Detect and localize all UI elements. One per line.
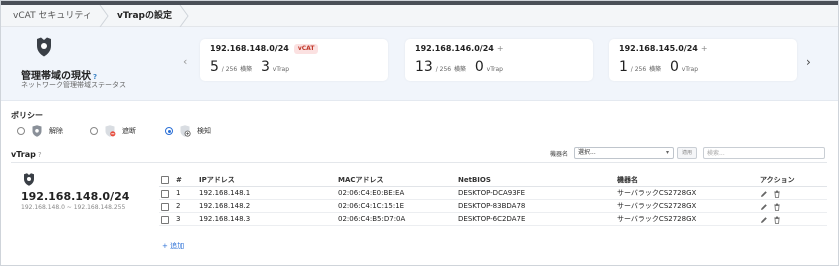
table-row: 1 192.168.148.1 02:06:C4:E0:BE:EA DESKTO… xyxy=(159,187,827,200)
search-input[interactable] xyxy=(703,147,825,159)
trash-icon[interactable] xyxy=(773,216,781,224)
vtrap-count: 3 xyxy=(260,59,270,75)
device-filter-select[interactable]: 選択... ▾ xyxy=(574,147,674,159)
host-total-label: 横築 xyxy=(649,66,662,73)
trash-icon[interactable] xyxy=(773,203,781,211)
table-header: # IPアドレス MACアドレス NetBIOS 機器名 アクション xyxy=(159,173,827,187)
column-header-ip[interactable]: IPアドレス xyxy=(199,173,235,187)
select-all-checkbox[interactable] xyxy=(161,176,169,184)
edit-icon[interactable] xyxy=(760,216,768,224)
row-num: 1 xyxy=(176,189,181,197)
vtrap-label: vTrap xyxy=(272,66,290,73)
subnet-label: 192.168.146.0/24 xyxy=(415,44,494,53)
row-mac: 02:06:C4:E0:BE:EA xyxy=(338,189,405,197)
vtrap-label: vTrap xyxy=(486,66,503,73)
policy-option-detect[interactable]: 検知 xyxy=(165,125,211,137)
radio-button[interactable] xyxy=(165,127,173,135)
edit-icon[interactable] xyxy=(760,190,768,198)
breadcrumb-item-vcat-security[interactable]: vCAT セキュリティ xyxy=(13,5,92,27)
host-total: / 256 xyxy=(221,66,238,73)
row-ip: 192.168.148.2 xyxy=(199,202,251,210)
row-device: サーバラックCS2728GX xyxy=(617,215,697,223)
device-filter-value: 選択... xyxy=(578,149,596,156)
row-num: 3 xyxy=(176,215,181,223)
row-netbios: DESKTOP-6C2DA7E xyxy=(458,215,526,223)
vtrap-count: 0 xyxy=(669,59,679,75)
band-subtitle: ネットワーク管理帯域ステータス xyxy=(21,81,126,89)
device-filter-label: 機器名 xyxy=(550,151,569,158)
host-total-label: 横築 xyxy=(240,66,253,73)
table-row: 2 192.168.148.2 02:06:C4:1C:15:1E DESKTO… xyxy=(159,200,827,213)
policy-option-label: 遮断 xyxy=(122,127,136,135)
edit-icon[interactable] xyxy=(760,203,768,211)
host-total: / 256 xyxy=(435,66,452,73)
network-range: 192.168.148.0 ~ 192.168.148.255 xyxy=(21,204,126,211)
trash-icon[interactable] xyxy=(773,190,781,198)
subnet-label: 192.168.145.0/24 xyxy=(619,44,698,53)
column-header-device[interactable]: 機器名 xyxy=(617,173,638,187)
host-count: 13 xyxy=(415,59,433,75)
add-icon[interactable]: + xyxy=(497,44,504,53)
policy-title: ポリシー xyxy=(11,111,43,120)
shield-icon xyxy=(37,37,51,57)
shield-icon xyxy=(32,125,42,137)
policy-option-release[interactable]: 解除 xyxy=(17,125,63,137)
breadcrumb-separator-icon xyxy=(179,5,189,27)
host-count: 5 xyxy=(210,59,219,75)
next-arrow-icon[interactable]: › xyxy=(806,55,811,69)
divider xyxy=(11,162,827,163)
shield-search-icon xyxy=(180,125,191,137)
policy-option-label: 解除 xyxy=(49,127,63,135)
row-device: サーバラックCS2728GX xyxy=(617,189,697,197)
management-band-status: 管理帯域の現状? ネットワーク管理帯域ステータス ‹ 192.168.148.0… xyxy=(1,27,838,101)
row-checkbox[interactable] xyxy=(161,203,169,211)
host-count: 1 xyxy=(619,59,628,75)
row-num: 2 xyxy=(176,202,181,210)
subnet-card[interactable]: 192.168.146.0/24 + 13 / 256 横築 0 vTrap xyxy=(405,39,593,81)
prev-arrow-icon[interactable]: ‹ xyxy=(183,55,187,68)
row-checkbox[interactable] xyxy=(161,216,169,224)
breadcrumb-item-vtrap-settings: vTrapの設定 xyxy=(117,11,172,21)
row-device: サーバラックCS2728GX xyxy=(617,202,697,210)
row-ip: 192.168.148.3 xyxy=(199,215,251,223)
host-total: / 256 xyxy=(630,66,647,73)
row-ip: 192.168.148.1 xyxy=(199,189,251,197)
column-header-num: # xyxy=(176,176,182,184)
vtrap-label: vTrap xyxy=(681,66,699,73)
vtrap-count: 0 xyxy=(474,59,484,75)
shield-icon xyxy=(24,173,34,186)
radio-button[interactable] xyxy=(90,127,98,135)
subnet-label: 192.168.148.0/24 xyxy=(210,44,289,53)
network-cidr: 192.168.148.0/24 xyxy=(21,190,130,203)
apply-button[interactable]: 適用 xyxy=(677,147,697,159)
app-frame: vCAT セキュリティ vTrapの設定 管理帯域の現状? ネットワーク管理帯域… xyxy=(0,0,839,266)
policy-option-block[interactable]: 遮断 xyxy=(90,125,136,137)
policy-option-label: 検知 xyxy=(197,127,211,135)
vcat-badge: vCAT xyxy=(293,44,319,54)
host-total-label: 横築 xyxy=(453,66,466,73)
shield-block-icon xyxy=(105,125,116,137)
help-icon[interactable]: ? xyxy=(38,151,42,159)
table-row: 3 192.168.148.3 02:06:C4:B5:D7:0A DESKTO… xyxy=(159,213,827,226)
row-netbios: DESKTOP-DCA93FE xyxy=(458,189,526,197)
subnet-card[interactable]: 192.168.148.0/24 vCAT 5 / 256 横築 3 vTrap xyxy=(200,39,388,81)
row-mac: 02:06:C4:1C:15:1E xyxy=(338,202,405,210)
breadcrumb-separator-icon xyxy=(99,5,109,27)
column-header-netbios[interactable]: NetBIOS xyxy=(458,173,491,187)
add-icon[interactable]: + xyxy=(701,44,708,53)
subnet-card[interactable]: 192.168.145.0/24 + 1 / 256 横築 0 vTrap xyxy=(609,39,797,81)
column-header-mac[interactable]: MACアドレス xyxy=(338,173,384,187)
column-header-action: アクション xyxy=(760,176,795,184)
vtrap-title: vTrap? xyxy=(11,150,42,159)
chevron-down-icon: ▾ xyxy=(665,149,669,156)
row-netbios: DESKTOP-83BDA78 xyxy=(458,202,526,210)
add-vtrap-link[interactable]: + 追加 xyxy=(162,241,184,251)
row-checkbox[interactable] xyxy=(161,190,169,198)
row-mac: 02:06:C4:B5:D7:0A xyxy=(338,215,406,223)
breadcrumb: vCAT セキュリティ vTrapの設定 xyxy=(1,5,838,27)
radio-button[interactable] xyxy=(17,127,25,135)
